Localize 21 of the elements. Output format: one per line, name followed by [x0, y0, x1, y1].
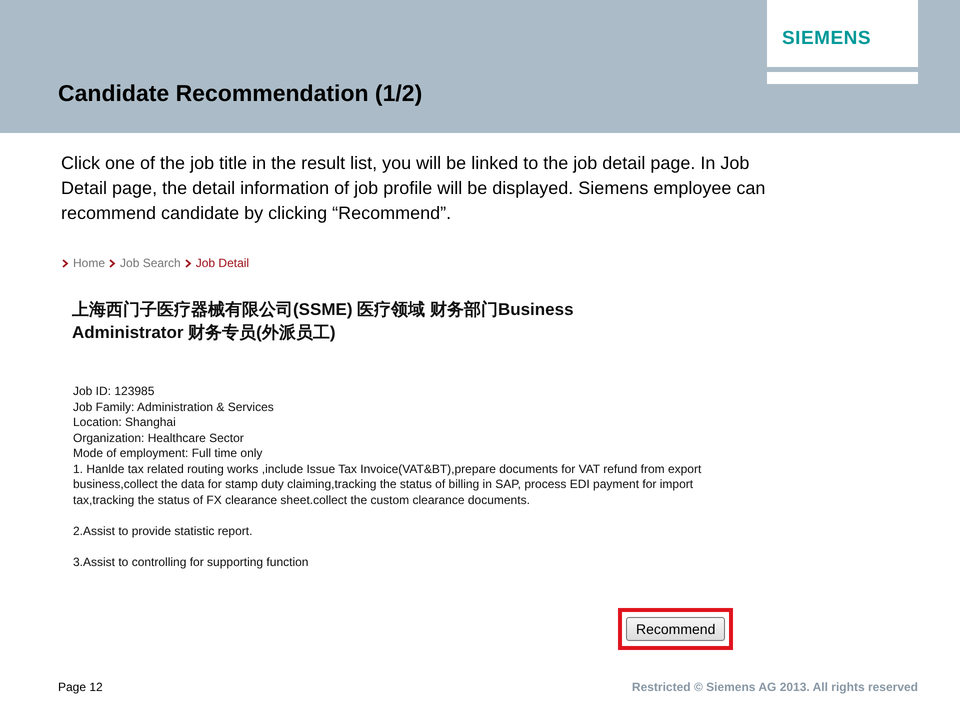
job-title: 上海西门子医疗器械有限公司(SSME) 医疗领域 财务部门Business Administrator 财务专员(外派员工): [72, 299, 575, 344]
duty-text: 2.Assist to provide statistic report.: [73, 524, 254, 539]
job-field: Job Family: Administration & Services: [73, 400, 733, 415]
job-field: Job ID: 123985: [73, 384, 733, 400]
logo: SIEMENS: [782, 28, 872, 50]
intro-text: Click one of the job title in the result list, you will be linked to the job detail page. In Job Detail page, the detail information of job profile will be displayed. Siemens employee can recommend candidate by clicking “Recommend”.: [61, 152, 766, 225]
breadcrumb-link[interactable]: Job Search: [120, 256, 181, 270]
chevron-icon: [109, 258, 116, 268]
duty-text: 1. Hanlde tax related routing works ,include Issue Tax Invoice(VAT&BT),prepare documents for VAT refund from export business,collect the data for stamp duty claiming,tracking the status of billing in SAP, process EDI payment for import tax,tracking the status of FX clearance sheet.collect the custom clearance documents.: [73, 462, 702, 508]
job-field: Mode of employment: Full time only: [73, 446, 733, 462]
job-field: Organization: Healthcare Sector: [73, 430, 733, 446]
page-number: Page 12: [58, 680, 103, 694]
breadcrumb-link[interactable]: Job Detail: [196, 256, 250, 270]
chevron-icon: [62, 258, 69, 268]
chevron-icon: [184, 258, 192, 268]
breadcrumb-link[interactable]: Home: [73, 256, 106, 270]
slide-title: Candidate Recommendation (1/2): [58, 80, 422, 107]
recommend-button[interactable]: Recommend: [626, 616, 726, 640]
duty-text: 3.Assist to controlling for supporting function: [73, 554, 310, 570]
copyright-text: Restricted © Siemens AG 2013. All rights reserved: [632, 680, 918, 694]
job-field: Location: Shanghai: [73, 415, 733, 430]
